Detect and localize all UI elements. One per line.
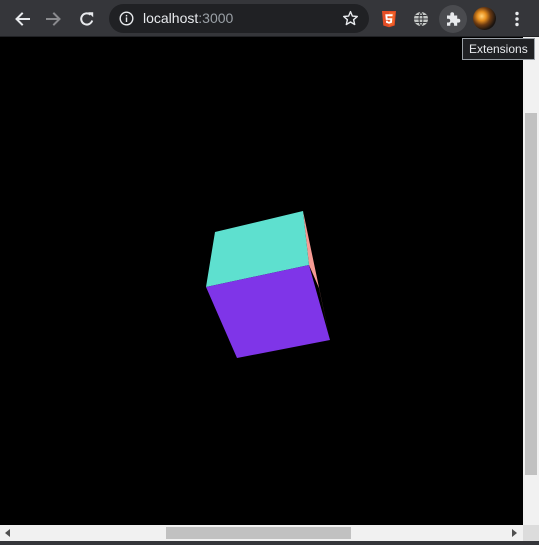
arrow-right-icon [46,12,61,26]
puzzle-icon [447,12,461,26]
html5-extension-button[interactable] [375,5,403,33]
url-port: :3000 [198,10,234,26]
profile-avatar[interactable] [473,7,496,30]
horizontal-scrollbar-thumb[interactable] [166,527,351,539]
url-text[interactable]: localhost:3000 [143,10,233,27]
url-host: localhost [143,10,199,26]
horizontal-scrollbar[interactable] [0,525,523,541]
address-bar[interactable]: localhost:3000 [109,4,369,33]
star-icon [343,10,358,26]
site-info-button[interactable] [119,11,134,30]
menu-button[interactable] [503,5,531,33]
bookmark-button[interactable] [342,10,359,31]
browser-toolbar: localhost:3000 [0,0,539,37]
arrow-left-icon [15,12,30,26]
info-icon [119,11,134,26]
three-js-canvas[interactable] [0,37,523,525]
extensions-button[interactable] [439,5,467,33]
extensions-tooltip: Extensions [462,38,535,60]
window-bottom-edge [0,541,539,545]
scroll-left-icon[interactable] [5,529,10,537]
reload-button[interactable] [73,5,101,33]
vertical-scrollbar-thumb[interactable] [525,113,537,475]
forward-button[interactable] [40,5,68,33]
globe-icon [414,11,428,27]
vertical-scrollbar[interactable] [523,37,539,525]
page-viewport [0,37,523,525]
scrollbar-corner [523,525,539,541]
html5-icon [382,11,396,28]
browser-window: localhost:3000 Extensions [0,0,539,545]
scroll-right-icon[interactable] [512,529,517,537]
globe-extension-button[interactable] [407,5,435,33]
back-button[interactable] [8,5,36,33]
reload-icon [80,12,94,26]
kebab-menu-icon [515,11,519,27]
